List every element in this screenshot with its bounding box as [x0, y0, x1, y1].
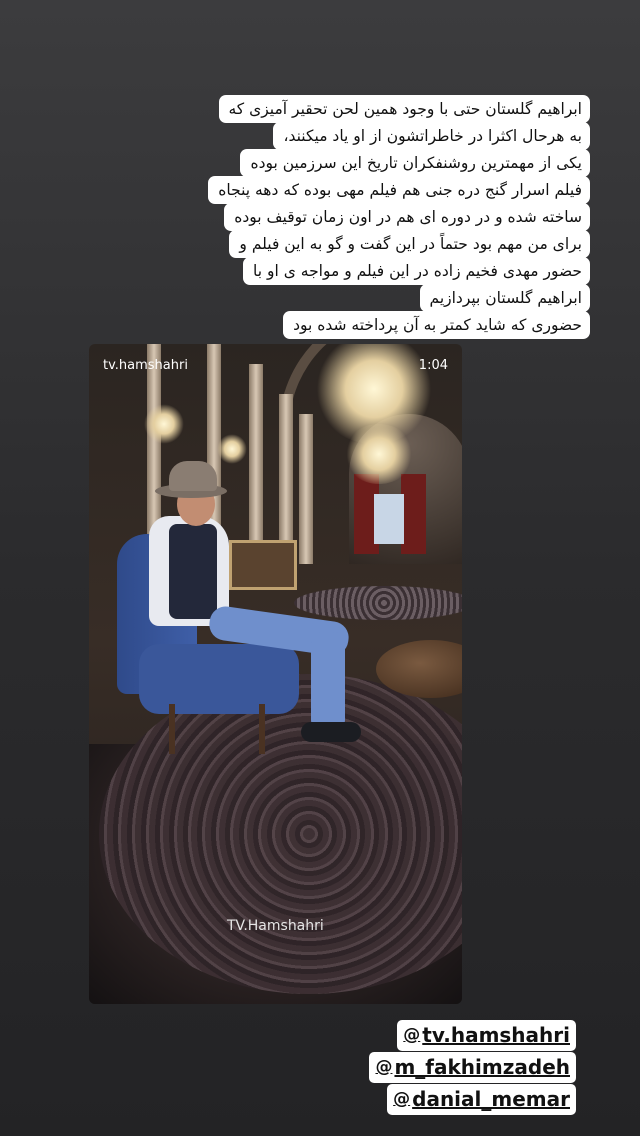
sconce	[217, 434, 247, 464]
sconce	[144, 404, 184, 444]
at-icon: @	[393, 1089, 411, 1109]
caption-line: ابراهیم گلستان بپردازیم	[419, 284, 590, 312]
caption-line: حضور مهدی فخیم زاده در این فیلم و مواجه …	[243, 257, 590, 285]
rug	[294, 586, 462, 620]
hat	[169, 461, 217, 491]
shoe	[301, 722, 361, 742]
mention-username: danial_memar	[412, 1087, 570, 1111]
caption-line: برای من مهم بود حتماً در این گفت و گو به…	[229, 230, 590, 258]
curtain	[401, 474, 426, 554]
at-icon: @	[375, 1057, 393, 1077]
mention-username: m_fakhimzadeh	[394, 1055, 570, 1079]
mention-sticker[interactable]: @ tv.hamshahri	[397, 1020, 576, 1051]
caption-line: حضوری که شاید کمتر به آن پرداخته شده بود	[283, 311, 590, 339]
chandelier	[344, 424, 414, 484]
caption-line: به هرحال اکثرا در خاطراتشون از او یاد می…	[273, 122, 590, 150]
mention-stickers: @ tv.hamshahri @ m_fakhimzadeh @ danial_…	[369, 1020, 576, 1115]
armchair-seat	[139, 644, 299, 714]
mention-sticker[interactable]: @ m_fakhimzadeh	[369, 1052, 576, 1083]
mention-sticker[interactable]: @ danial_memar	[387, 1084, 576, 1115]
video-frame[interactable]: tv.hamshahri 1:04 TV.Hamshahri	[89, 344, 462, 1004]
chair-leg	[259, 704, 265, 754]
man-legs	[311, 632, 345, 732]
caption-line: فیلم اسرار گنج دره جنی هم فیلم مهی بوده …	[208, 176, 590, 204]
window	[374, 494, 404, 544]
caption-line: ساخته شده و در دوره‌ ای هم در اون زمان ت…	[224, 203, 590, 231]
mention-username: tv.hamshahri	[422, 1023, 570, 1047]
video-channel-handle: tv.hamshahri	[103, 358, 188, 373]
caption-line: ابراهیم گلستان حتی با وجود همین لحن تحقی…	[218, 95, 590, 123]
caption-line: یکی از مهمترین روشنفکران تاریخ این سرزمی…	[240, 149, 590, 177]
man-vest	[169, 524, 217, 619]
framed-portrait	[229, 540, 297, 590]
video-watermark: TV.Hamshahri	[227, 918, 324, 934]
video-timestamp: 1:04	[418, 358, 448, 373]
column	[299, 414, 313, 564]
chair-leg	[169, 704, 175, 754]
at-icon: @	[403, 1025, 421, 1045]
story-caption: ابراهیم گلستان حتی با وجود همین لحن تحقی…	[160, 95, 590, 339]
